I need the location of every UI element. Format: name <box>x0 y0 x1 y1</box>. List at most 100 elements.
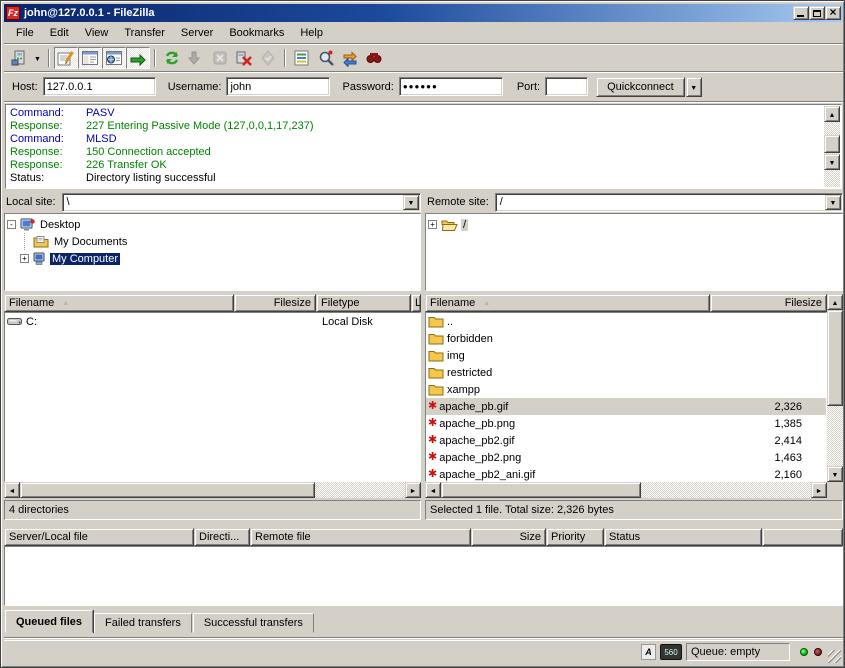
file-name: .. <box>447 316 453 328</box>
column-header-size[interactable]: Size <box>471 528 546 546</box>
log-text: PASV <box>86 107 115 120</box>
scroll-thumb[interactable] <box>827 310 843 406</box>
reconnect-button[interactable] <box>256 47 280 69</box>
column-header-filesize[interactable]: Filesize <box>234 294 316 312</box>
remote-vscrollbar[interactable] <box>827 294 843 482</box>
local-file-row[interactable]: C: Local Disk <box>5 313 420 330</box>
tree-item-root[interactable]: + / <box>428 216 842 233</box>
image-file-icon: ✱ <box>428 452 437 463</box>
expand-icon[interactable]: + <box>428 220 437 229</box>
chevron-down-icon <box>34 52 41 64</box>
column-header-filename[interactable]: Filename <box>4 294 234 312</box>
scroll-thumb[interactable] <box>20 482 315 498</box>
column-header-priority[interactable]: Priority <box>546 528 604 546</box>
column-header-remote-file[interactable]: Remote file <box>250 528 471 546</box>
directory-filters-button[interactable] <box>290 47 314 69</box>
username-input[interactable] <box>226 77 330 96</box>
menu-item-edit[interactable]: Edit <box>42 25 77 41</box>
remote-file-row[interactable]: ✱apache_pb2.png 1,463 <box>426 449 826 466</box>
computer-icon <box>33 252 47 266</box>
cancel-button[interactable] <box>208 47 232 69</box>
process-queue-button[interactable] <box>184 47 208 69</box>
tab-successful-transfers[interactable]: Successful transfers <box>193 613 314 633</box>
column-header-server-local-file[interactable]: Server/Local file <box>4 528 194 546</box>
menu-item-server[interactable]: Server <box>173 25 221 41</box>
refresh-button[interactable] <box>160 47 184 69</box>
minimize-button[interactable] <box>793 6 809 20</box>
menu-item-transfer[interactable]: Transfer <box>116 25 173 41</box>
remote-file-row[interactable]: ✱apache_pb.png 1,385 <box>426 415 826 432</box>
remote-file-row[interactable]: restricted <box>426 364 826 381</box>
local-site-dropdown[interactable] <box>403 195 419 210</box>
compare-directories-button[interactable] <box>314 47 338 69</box>
toggle-transfer-queue-button[interactable] <box>126 47 150 69</box>
scroll-thumb[interactable] <box>824 135 840 153</box>
remote-site-dropdown[interactable] <box>825 195 841 210</box>
tree-item-my-computer[interactable]: + My Computer <box>7 250 420 267</box>
remote-site-combo[interactable]: / <box>495 193 843 212</box>
port-input[interactable] <box>545 77 588 96</box>
menu-item-help[interactable]: Help <box>292 25 331 41</box>
remote-file-row[interactable]: ✱apache_pb2.gif 2,414 <box>426 432 826 449</box>
local-list-header: Filename Filesize Filetype L <box>4 294 421 312</box>
data-type-icon[interactable]: A <box>641 644 656 660</box>
port-label: Port: <box>517 81 540 93</box>
log-scrollbar[interactable] <box>824 106 840 187</box>
compare-directories-icon <box>317 49 335 67</box>
tab-queued-files[interactable]: Queued files <box>5 610 93 633</box>
title-bar[interactable]: Fz john@127.0.0.1 - FileZilla <box>4 4 843 22</box>
maximize-button[interactable] <box>809 6 825 20</box>
file-name: img <box>447 350 465 362</box>
collapse-icon[interactable]: - <box>7 220 16 229</box>
tree-item-label: / <box>461 219 468 231</box>
resize-grip[interactable] <box>828 650 841 663</box>
quickconnect-dropdown[interactable] <box>686 77 702 97</box>
column-header-lastmodified[interactable]: L <box>411 294 421 312</box>
host-input[interactable] <box>43 77 156 96</box>
column-header-status[interactable]: Status <box>604 528 762 546</box>
site-manager-button[interactable] <box>7 47 31 69</box>
expand-icon[interactable]: + <box>20 254 29 263</box>
remote-file-row[interactable]: ✱apache_pb2_ani.gif 2,160 <box>426 466 826 482</box>
remote-file-row[interactable]: forbidden <box>426 330 826 347</box>
synchronized-browsing-button[interactable] <box>338 47 362 69</box>
close-button[interactable] <box>825 6 841 20</box>
password-input[interactable] <box>399 77 503 96</box>
column-header-filename[interactable]: Filename <box>425 294 710 312</box>
speed-limits-icon[interactable]: 560 <box>660 644 682 660</box>
find-files-button[interactable] <box>362 47 386 69</box>
toolbar <box>4 46 843 70</box>
column-header-empty <box>762 528 843 546</box>
column-header-direction[interactable]: Directi... <box>194 528 250 546</box>
image-file-icon: ✱ <box>428 401 437 412</box>
folder-icon <box>428 383 444 396</box>
site-manager-dropdown[interactable] <box>31 47 44 69</box>
remote-file-row[interactable]: img <box>426 347 826 364</box>
tree-item-desktop[interactable]: - Desktop <box>7 216 420 233</box>
column-header-filetype[interactable]: Filetype <box>316 294 411 312</box>
tree-item-my-documents[interactable]: My Documents <box>7 233 420 250</box>
tab-failed-transfers[interactable]: Failed transfers <box>94 613 192 633</box>
toggle-local-tree-button[interactable] <box>78 47 102 69</box>
scroll-up-icon <box>832 296 839 308</box>
remote-hscrollbar[interactable] <box>425 482 827 498</box>
remote-file-row[interactable]: xampp <box>426 381 826 398</box>
scroll-thumb[interactable] <box>441 482 641 498</box>
menu-item-file[interactable]: File <box>8 25 42 41</box>
drive-icon <box>7 316 23 327</box>
menu-item-view[interactable]: View <box>77 25 117 41</box>
menu-item-bookmarks[interactable]: Bookmarks <box>221 25 292 41</box>
toggle-message-log-button[interactable] <box>54 47 78 69</box>
local-site-combo[interactable]: \ <box>62 193 421 212</box>
remote-file-row-selected[interactable]: ✱apache_pb.gif 2,326 <box>426 398 826 415</box>
toolbar-separator <box>284 49 286 67</box>
documents-folder-icon <box>33 235 49 248</box>
quickconnect-button[interactable]: Quickconnect <box>596 77 685 97</box>
local-hscrollbar[interactable] <box>4 482 421 498</box>
disconnect-button[interactable] <box>232 47 256 69</box>
remote-file-row[interactable]: .. <box>426 313 826 330</box>
queue-list[interactable] <box>4 546 843 606</box>
column-header-filesize[interactable]: Filesize <box>710 294 827 312</box>
log-text: Directory listing successful <box>86 172 216 185</box>
toggle-remote-tree-button[interactable] <box>102 47 126 69</box>
